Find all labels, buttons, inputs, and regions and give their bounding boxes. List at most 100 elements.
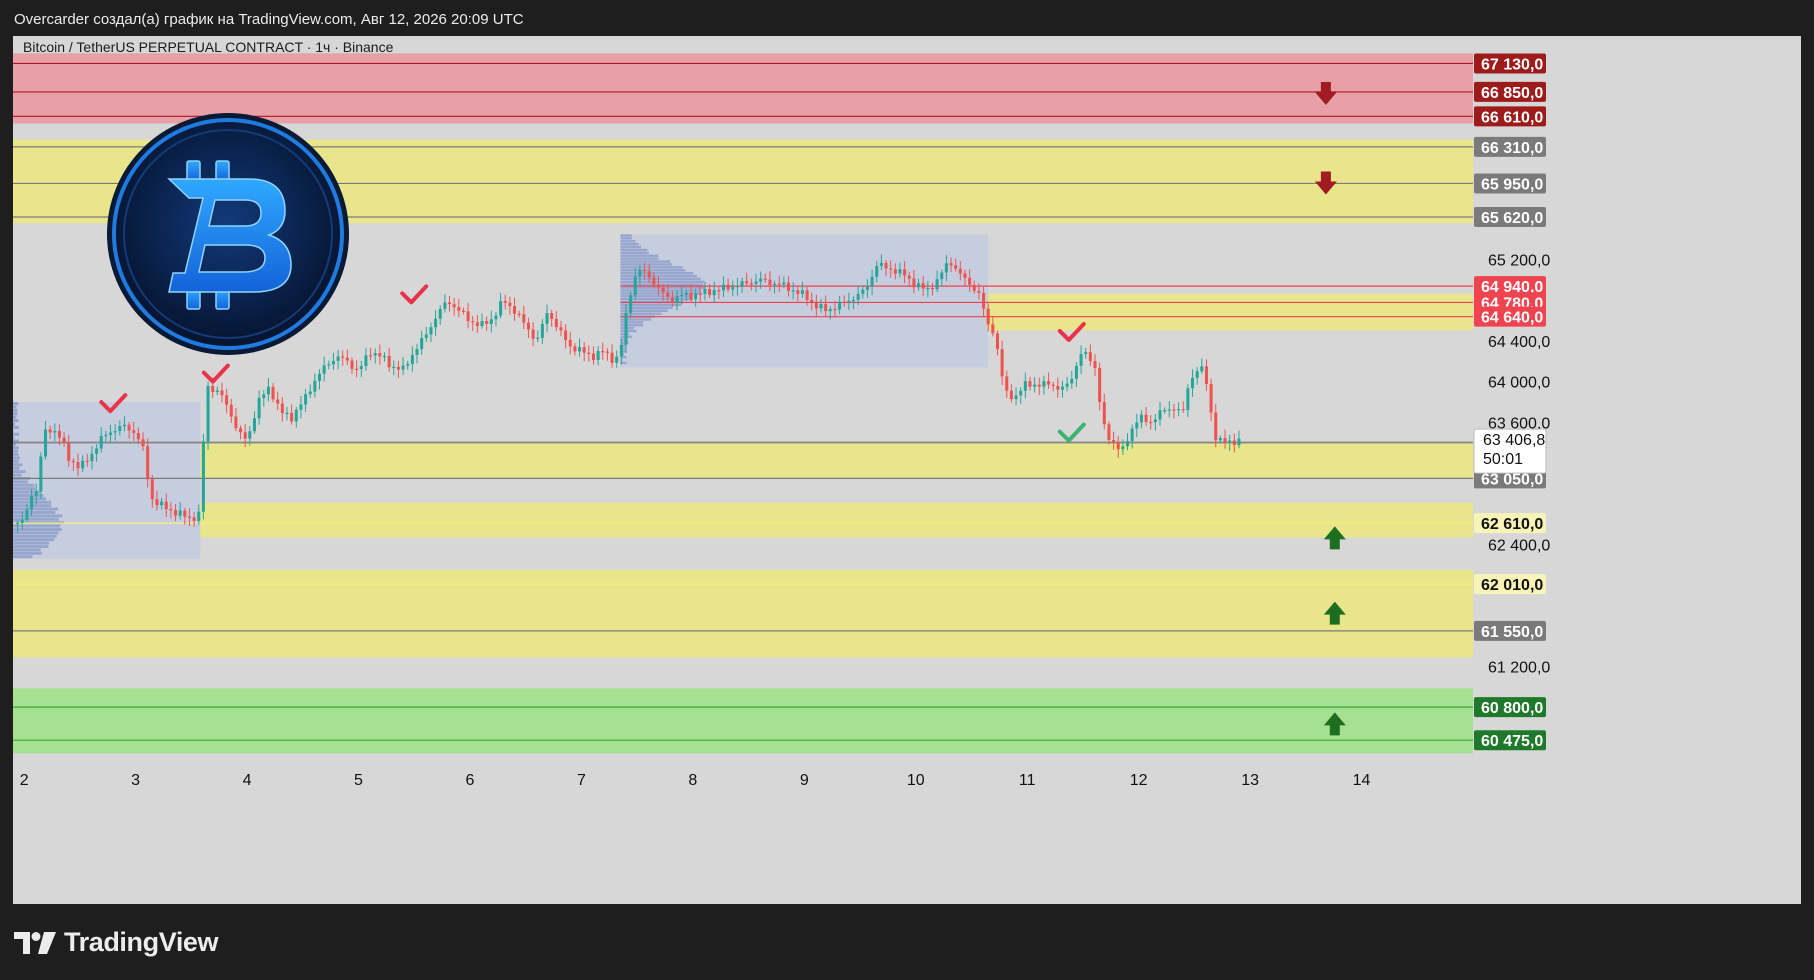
volume-bar bbox=[13, 534, 57, 538]
candle-body bbox=[810, 300, 814, 303]
candle-body bbox=[670, 297, 674, 303]
candle-body bbox=[308, 391, 312, 395]
candle-body bbox=[768, 279, 772, 285]
candle-body bbox=[1028, 381, 1032, 387]
candle-body bbox=[174, 509, 178, 516]
candle-body bbox=[461, 310, 465, 312]
candle-body bbox=[1186, 388, 1190, 410]
candle-body bbox=[471, 321, 475, 323]
candle-body bbox=[912, 278, 916, 288]
candle-body bbox=[777, 283, 781, 285]
candle-body bbox=[610, 352, 614, 363]
candle-body bbox=[118, 426, 122, 431]
candle-body bbox=[62, 437, 66, 444]
candle-body bbox=[234, 416, 238, 429]
volume-bar bbox=[13, 425, 19, 429]
candle-body bbox=[907, 275, 911, 279]
candle-body bbox=[531, 329, 535, 339]
candle-body bbox=[540, 323, 544, 338]
candle-body bbox=[499, 301, 503, 316]
candle-body bbox=[317, 373, 322, 381]
time-tick: 4 bbox=[243, 772, 252, 789]
volume-bar bbox=[13, 405, 17, 409]
candle-body bbox=[749, 283, 753, 285]
time-tick: 13 bbox=[1241, 772, 1259, 789]
candle-body bbox=[791, 290, 795, 292]
time-tick: 8 bbox=[688, 772, 697, 789]
volume-bar bbox=[620, 240, 636, 243]
candle-body bbox=[991, 324, 995, 334]
candle-body bbox=[475, 322, 479, 327]
price-label: 66 850,0 bbox=[1481, 85, 1543, 102]
price-tick: 65 200,0 bbox=[1488, 253, 1550, 270]
candle-body bbox=[619, 344, 623, 357]
price-label: 60 475,0 bbox=[1481, 733, 1543, 750]
candle-body bbox=[587, 352, 591, 354]
candle-body bbox=[113, 430, 117, 433]
candle-body bbox=[582, 347, 586, 353]
candle-body bbox=[615, 356, 619, 363]
zone-yellow bbox=[200, 502, 1473, 538]
candle-body bbox=[53, 431, 57, 433]
chart-frame[interactable]: 65 200,0 64 400,0 64 000,0 63 600,0 62 400,0… bbox=[13, 36, 1801, 904]
candle-body bbox=[1009, 390, 1013, 400]
volume-bar bbox=[13, 551, 42, 555]
candle-body bbox=[903, 269, 907, 276]
volume-bar bbox=[13, 545, 49, 548]
volume-bar bbox=[13, 548, 41, 552]
candle-body bbox=[513, 306, 517, 314]
candle-body bbox=[369, 355, 373, 357]
chart-canvas[interactable]: 65 200,064 400,064 000,063 600,062 400,0… bbox=[13, 36, 1801, 904]
candle-body bbox=[851, 299, 856, 302]
candle-body bbox=[1107, 424, 1111, 441]
candle-body bbox=[57, 431, 61, 438]
candle-body bbox=[921, 283, 925, 289]
candle-body bbox=[545, 313, 549, 324]
candle-body bbox=[517, 313, 521, 316]
candle-body bbox=[917, 283, 921, 288]
volume-bar bbox=[620, 260, 671, 263]
volume-bar bbox=[13, 412, 18, 416]
price-tick: 62 400,0 bbox=[1488, 537, 1550, 554]
volume-bar bbox=[13, 415, 17, 419]
candle-body bbox=[968, 277, 972, 285]
tradingview-brand[interactable]: TradingView bbox=[14, 927, 219, 958]
candle-body bbox=[596, 351, 600, 360]
price-label: 65 620,0 bbox=[1481, 210, 1543, 227]
candle-body bbox=[382, 355, 387, 358]
volume-bar bbox=[620, 248, 648, 252]
volume-bar bbox=[620, 309, 668, 312]
candle-body bbox=[675, 295, 679, 303]
candle-body bbox=[285, 412, 289, 415]
candle-body bbox=[1023, 381, 1027, 391]
candle-body bbox=[257, 398, 261, 419]
volume-bar bbox=[620, 324, 643, 327]
candle-body bbox=[786, 282, 791, 291]
candle-body bbox=[443, 302, 447, 309]
candle-body bbox=[141, 439, 145, 447]
candle-body bbox=[20, 519, 24, 523]
candle-body bbox=[304, 394, 308, 405]
candle-body bbox=[982, 292, 986, 309]
candle-body bbox=[327, 364, 331, 366]
candle-body bbox=[485, 321, 489, 324]
last-price-value: 63 406,8 bbox=[1483, 432, 1545, 449]
price-tick: 64 400,0 bbox=[1488, 334, 1550, 351]
candle-body bbox=[554, 319, 558, 328]
candle-body bbox=[30, 495, 34, 510]
candle-body bbox=[745, 281, 749, 284]
candle-body bbox=[1172, 409, 1176, 411]
candle-body bbox=[466, 311, 470, 322]
volume-bar bbox=[13, 538, 55, 542]
candle-body bbox=[48, 429, 52, 433]
candle-body bbox=[550, 313, 554, 320]
candle-body bbox=[564, 330, 568, 341]
candle-body bbox=[638, 270, 642, 277]
volume-bar bbox=[13, 524, 61, 528]
time-tick: 6 bbox=[465, 772, 474, 789]
candle-body bbox=[879, 262, 883, 266]
candle-body bbox=[201, 441, 205, 512]
candle-body bbox=[90, 453, 94, 462]
volume-bar bbox=[620, 254, 659, 257]
candle-body bbox=[605, 351, 609, 353]
